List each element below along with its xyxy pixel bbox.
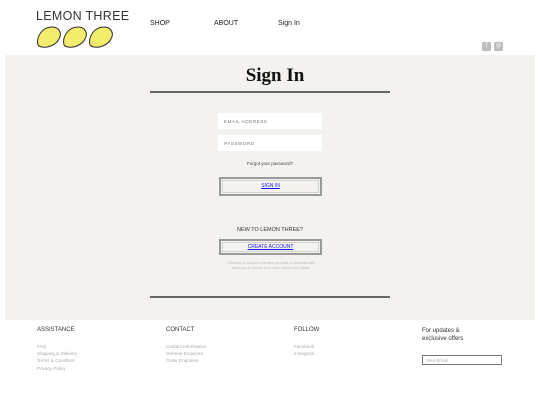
- sign-in-button[interactable]: SIGN IN: [219, 177, 322, 196]
- footer-link-contact-info[interactable]: Contact Information: [166, 343, 206, 350]
- footer-newsletter: For updates & exclusive offers: [422, 327, 482, 353]
- footer-heading-follow: FOLLOW: [294, 327, 320, 333]
- logo-text: LEMON THREE: [36, 9, 130, 23]
- instagram-icon[interactable]: ◎: [494, 42, 503, 51]
- new-customer-heading: NEW TO LEMON THREE?: [236, 227, 303, 233]
- footer-link-order-enquiries[interactable]: Order Enquiries: [166, 357, 206, 364]
- signin-panel: Sign In Forgot your password? SIGN IN NE…: [5, 55, 535, 320]
- footer-link-shipping[interactable]: Shipping & Delivery: [37, 350, 77, 357]
- nav-sign-in[interactable]: Sign In: [278, 20, 300, 27]
- newsletter-email-field[interactable]: [422, 355, 502, 365]
- password-field[interactable]: [218, 135, 322, 151]
- nav-shop[interactable]: SHOP: [150, 20, 170, 27]
- site-header: LEMON THREE SHOP ABOUT Sign In f ◎: [0, 0, 540, 55]
- bottom-divider: [150, 296, 390, 298]
- footer-link-privacy[interactable]: Privacy Policy: [37, 365, 77, 372]
- forgot-password-link[interactable]: Forgot your password?: [218, 161, 322, 166]
- footer-link-instagram[interactable]: Instagram: [294, 350, 319, 357]
- footer-follow: FOLLOW Facebook Instagram: [294, 327, 319, 357]
- footer-heading-contact: CONTACT: [166, 327, 195, 333]
- footer-assistance: ASSISTANCE FAQ Shipping & Delivery Terms…: [37, 327, 77, 372]
- footer-link-terms[interactable]: Terms & Condition: [37, 357, 77, 364]
- newsletter-heading: For updates & exclusive offers: [422, 328, 464, 342]
- facebook-icon[interactable]: f: [482, 42, 491, 51]
- lemons-logo-icon: [37, 26, 113, 48]
- footer-link-faq[interactable]: FAQ: [37, 343, 77, 350]
- footer-link-facebook[interactable]: Facebook: [294, 343, 319, 350]
- create-account-blurb: Creating an account will save you time a…: [227, 261, 315, 271]
- footer-link-general-enquiries[interactable]: General Enquiries: [166, 350, 206, 357]
- footer-heading-assistance: ASSISTANCE: [37, 327, 75, 333]
- logo[interactable]: LEMON THREE: [36, 9, 130, 48]
- page-title: Sign In: [245, 65, 305, 86]
- nav-about[interactable]: ABOUT: [214, 20, 238, 27]
- create-account-button[interactable]: CREATE ACCOUNT: [219, 239, 322, 255]
- footer-contact: CONTACT Contact Information General Enqu…: [166, 327, 206, 365]
- email-field[interactable]: [218, 113, 322, 129]
- title-divider: [150, 91, 390, 93]
